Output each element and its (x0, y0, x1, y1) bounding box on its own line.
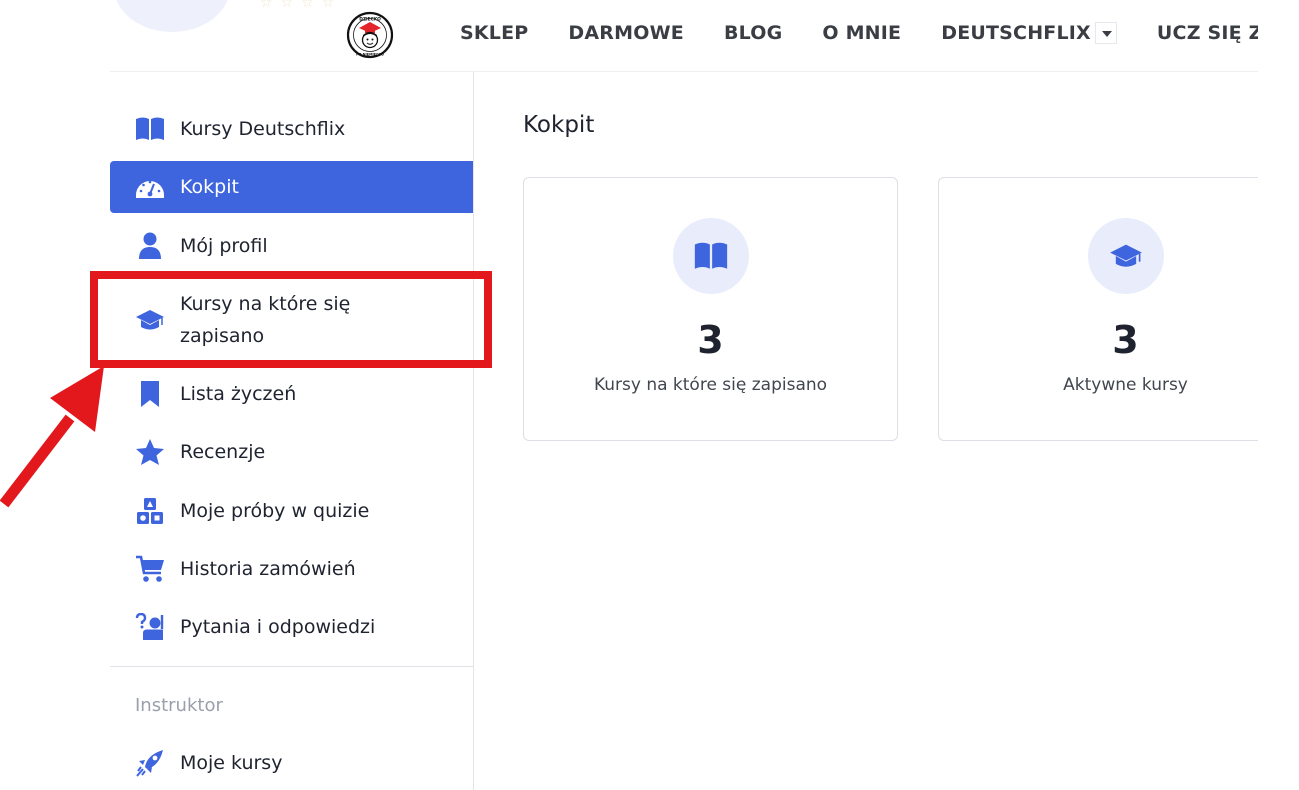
svg-text:PO NIEMIECKU: PO NIEMIECKU (356, 52, 384, 56)
sidebar-divider (110, 666, 473, 667)
sidebar-item-moje-kursy[interactable]: Moje kursy (110, 737, 473, 789)
sidebar-item-label: Kursy Deutschflix (180, 118, 346, 140)
star-icon: ☆ (280, 0, 294, 11)
sidebar-item-label: Mój profil (180, 235, 268, 257)
nav-blog[interactable]: BLOG (724, 22, 782, 44)
stat-caption: Aktywne kursy (1063, 375, 1188, 395)
svg-text:DZIECKO: DZIECKO (359, 16, 381, 22)
sidebar-item-proby-quizie[interactable]: Moje próby w quizie (110, 485, 473, 537)
caret-down-icon[interactable] (1094, 22, 1117, 44)
main-navigation: SKLEP DARMOWE BLOG O MNIE DEUTSCHFLIX UC… (460, 20, 1258, 46)
stats-area: 3 Kursy na które się zapisano 3 Aktywne … (474, 72, 1258, 790)
stat-value: 3 (697, 318, 724, 362)
stat-card-active: 3 Aktywne kursy (938, 177, 1258, 441)
open-book-icon (673, 218, 749, 294)
sidebar-item-historia-zamowien[interactable]: Historia zamówień (110, 543, 473, 595)
annotation-highlight-box (90, 271, 492, 368)
shopping-cart-icon (135, 554, 165, 584)
rating-stars: ☆ ☆ ☆ ☆ (260, 0, 334, 10)
annotation-arrow-icon (0, 366, 104, 508)
stat-caption: Kursy na które się zapisano (593, 375, 828, 395)
sidebar-item-kokpit[interactable]: Kokpit (110, 161, 473, 213)
sidebar-item-label: Moje kursy (180, 752, 283, 774)
sidebar-item-label: Pytania i odpowiedzi (180, 616, 376, 638)
sidebar-item-kursy-deutschflix[interactable]: Kursy Deutschflix (110, 103, 473, 155)
sidebar-item-label: Historia zamówień (180, 558, 356, 580)
nav-deutschflix[interactable]: DEUTSCHFLIX (941, 22, 1117, 44)
nav-label: BLOG (723, 22, 783, 44)
sidebar-item-label: Moje próby w quizie (180, 500, 370, 522)
star-icon: ☆ (321, 0, 335, 11)
nav-o-mnie[interactable]: O MNIE (822, 22, 901, 44)
user-icon (135, 231, 165, 261)
sidebar-item-label: Kokpit (180, 176, 239, 198)
sidebar-item-pytania-odpowiedzi[interactable]: Pytania i odpowiedzi (110, 601, 473, 653)
graduation-cap-icon (1088, 218, 1164, 294)
nav-sklep[interactable]: SKLEP (460, 22, 528, 44)
stat-card-enrolled: 3 Kursy na które się zapisano (523, 177, 898, 441)
nav-label: O MNIE (822, 22, 902, 44)
user-avatar[interactable] (114, 0, 230, 32)
star-icon: ☆ (301, 0, 314, 11)
nav-label: SKLEP (460, 22, 529, 44)
nav-ucz-sie[interactable]: UCZ SIĘ ZE (1157, 22, 1258, 44)
stat-value: 3 (1112, 318, 1139, 362)
star-icon: ☆ (260, 0, 273, 11)
nav-label: DEUTSCHFLIX (941, 22, 1091, 44)
site-logo[interactable]: DZIECKO PO NIEMIECKU (346, 11, 394, 59)
sidebar-item-label: Recenzje (180, 441, 266, 463)
sidebar-item-recenzje[interactable]: Recenzje (110, 426, 473, 478)
nav-darmowe[interactable]: DARMOWE (568, 22, 684, 44)
bookmark-icon (135, 379, 165, 409)
shapes-quiz-icon (135, 496, 165, 526)
top-header: ☆ ☆ ☆ ☆ DZIECKO PO NIEMIECKU SKLEP DARMO… (0, 0, 1258, 72)
rocket-icon (135, 748, 165, 778)
nav-label: UCZ SIĘ ZE (1156, 22, 1258, 44)
star-icon (135, 437, 165, 467)
sidebar-item-lista-zyczen[interactable]: Lista życzeń (110, 368, 473, 420)
open-book-icon (135, 114, 165, 144)
sidebar-item-label: Lista życzeń (180, 383, 297, 405)
sidebar-item-moj-profil[interactable]: Mój profil (110, 220, 473, 272)
question-person-icon (135, 612, 165, 642)
nav-label: DARMOWE (568, 22, 684, 44)
dashboard-gauge-icon (135, 172, 165, 202)
instructor-section-label: Instruktor (135, 695, 223, 716)
